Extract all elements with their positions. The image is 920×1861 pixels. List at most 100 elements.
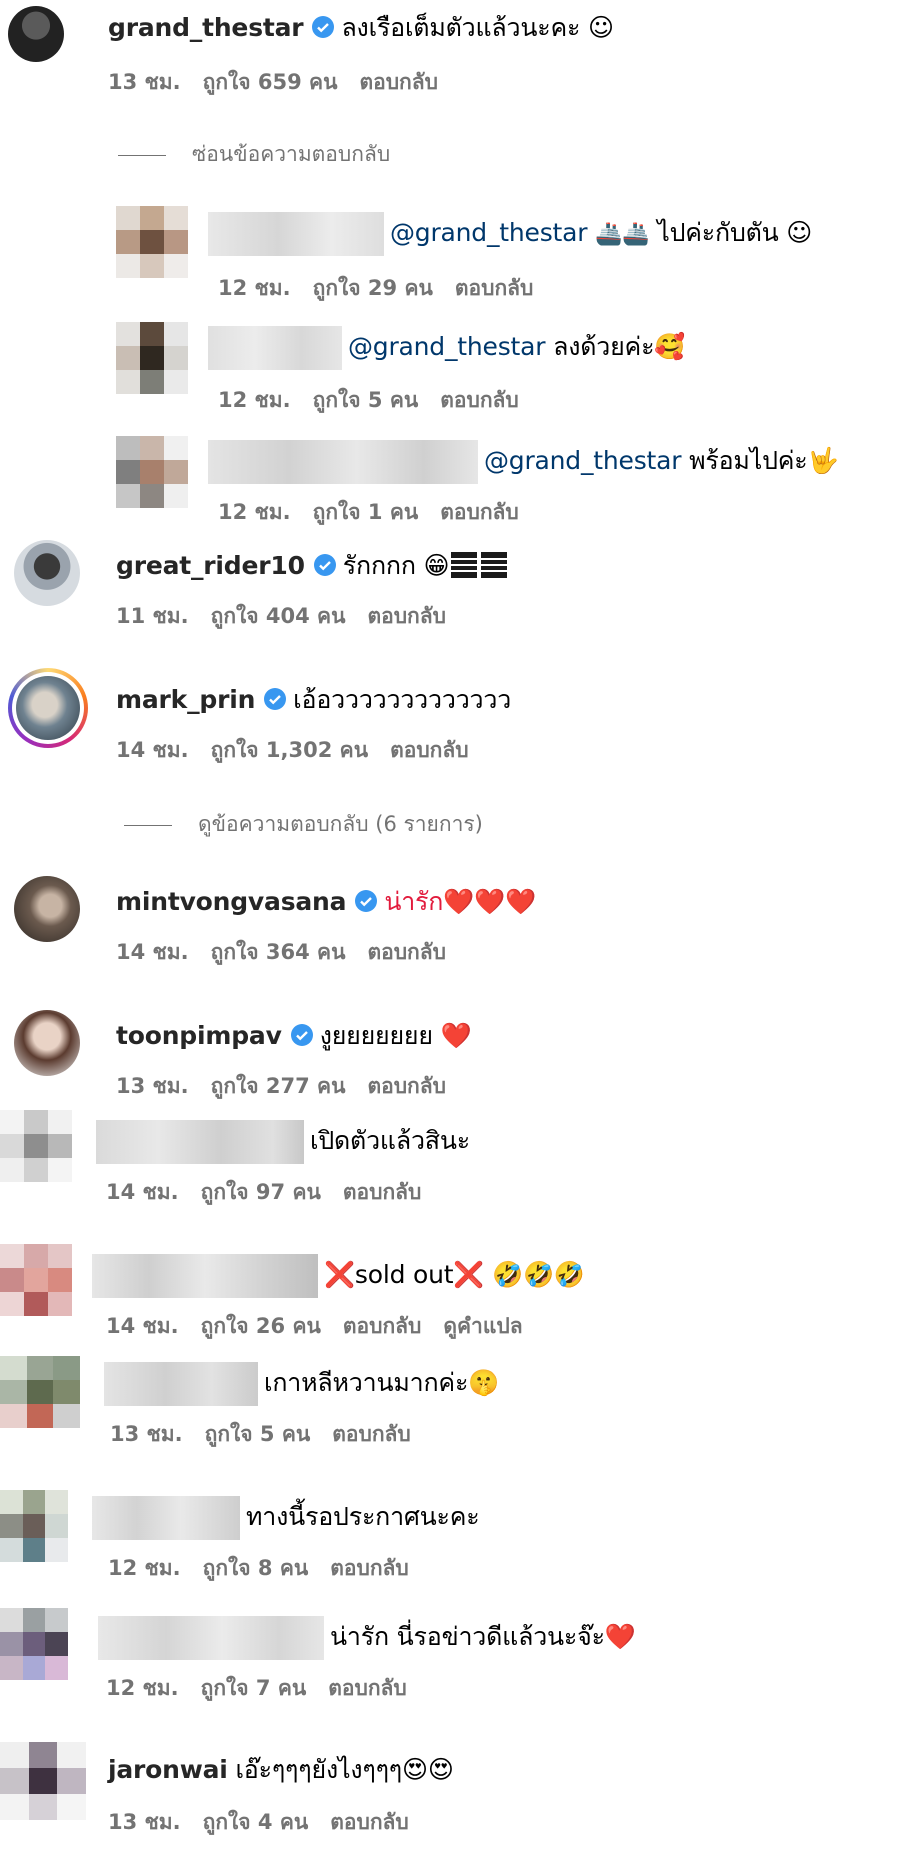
timestamp: 13 ชม.: [108, 70, 181, 94]
comment-text: ทางนี้รอประกาศนะคะ: [246, 1502, 480, 1531]
comment-line: ❌sold out❌ 🤣🤣🤣: [92, 1254, 585, 1298]
likes-count[interactable]: ถูกใจ 364 คน: [211, 940, 346, 964]
comment-line: grand_thestar ลงเรือเต็มตัวแล้วนะคะ ☺: [108, 8, 614, 48]
username-link[interactable]: mark_prin: [116, 685, 255, 714]
avatar-blurred[interactable]: [0, 1742, 86, 1820]
mention-link[interactable]: @grand_thestar: [348, 332, 546, 361]
reply-button[interactable]: ตอบกลับ: [367, 604, 446, 628]
ship-icon: 🚢🚢: [595, 222, 650, 247]
timestamp: 14 ชม.: [106, 1180, 179, 1204]
comment-meta: 11 ชม. ถูกใจ 404 คน ตอบกลับ: [116, 600, 468, 633]
avatar-blurred[interactable]: [116, 436, 188, 508]
verified-badge-icon: [355, 890, 378, 912]
mention-link[interactable]: @grand_thestar: [484, 446, 682, 475]
view-replies-toggle[interactable]: ดูข้อความตอบกลับ (6 รายการ): [124, 808, 483, 841]
reply-button[interactable]: ตอบกลับ: [390, 738, 469, 762]
comment-meta: 12 ชม. ถูกใจ 5 คน ตอบกลับ: [218, 384, 541, 417]
avatar-story-ring[interactable]: [8, 668, 88, 748]
likes-count[interactable]: ถูกใจ 26 คน: [201, 1314, 321, 1338]
username-link[interactable]: toonpimpav: [116, 1021, 282, 1050]
comment-meta: 14 ชม. ถูกใจ 364 คน ตอบกลับ: [116, 936, 468, 969]
comment-text: น่ารัก❤️❤️❤️: [384, 887, 537, 916]
avatar-blurred[interactable]: [0, 1110, 72, 1182]
comment-line: @grand_thestar ลงด้วยค่ะ🥰: [208, 326, 685, 370]
avatar-blurred[interactable]: [0, 1608, 68, 1680]
reply-button[interactable]: ตอบกลับ: [359, 70, 438, 94]
comment-text: ❌sold out❌ 🤣🤣🤣: [324, 1260, 585, 1289]
avatar[interactable]: [8, 6, 64, 62]
comment-line: @grand_thestar พร้อมไปค่ะ🤟: [208, 440, 839, 484]
reply-button[interactable]: ตอบกลับ: [367, 1074, 446, 1098]
username-link[interactable]: jaronwai: [108, 1755, 228, 1784]
reply-button[interactable]: ตอบกลับ: [367, 940, 446, 964]
reply-button[interactable]: ตอบกลับ: [343, 1314, 422, 1338]
mention-link[interactable]: @grand_thestar: [390, 218, 588, 247]
likes-count[interactable]: ถูกใจ 1 คน: [313, 500, 419, 524]
comment-meta: 14 ชม. ถูกใจ 26 คน ตอบกลับ ดูคำแปล: [106, 1310, 545, 1343]
reply-button[interactable]: ตอบกลับ: [343, 1180, 422, 1204]
username-blurred[interactable]: [104, 1362, 258, 1406]
likes-count[interactable]: ถูกใจ 7 คน: [201, 1676, 307, 1700]
reply-button[interactable]: ตอบกลับ: [332, 1422, 411, 1446]
timestamp: 12 ชม.: [106, 1676, 179, 1700]
avatar[interactable]: [14, 540, 80, 606]
avatar[interactable]: [14, 876, 80, 942]
comment-line: jaronwai เอ๊ะๆๆๆยังไงๆๆๆ😍😍: [108, 1750, 454, 1790]
likes-count[interactable]: ถูกใจ 29 คน: [313, 276, 433, 300]
comment-meta: 12 ชม. ถูกใจ 8 คน ตอบกลับ: [108, 1552, 431, 1585]
comment-line: ทางนี้รอประกาศนะคะ: [92, 1496, 480, 1540]
avatar-blurred[interactable]: [0, 1490, 68, 1562]
username-blurred[interactable]: [208, 440, 478, 484]
comment-meta: 13 ชม. ถูกใจ 5 คน ตอบกลับ: [110, 1418, 433, 1451]
comment-text: เอ๊ะๆๆๆยังไงๆๆๆ😍😍: [235, 1755, 454, 1784]
likes-count[interactable]: ถูกใจ 404 คน: [211, 604, 346, 628]
username-link[interactable]: great_rider10: [116, 551, 305, 580]
comment-meta: 14 ชม. ถูกใจ 1,302 คน ตอบกลับ: [116, 734, 491, 767]
comment-text: เปิดตัวแล้วสินะ: [310, 1126, 470, 1155]
username-blurred[interactable]: [98, 1616, 324, 1660]
comment-line: great_rider10 รักกกก 😁: [116, 546, 508, 586]
timestamp: 13 ชม.: [108, 1810, 181, 1834]
avatar-blurred[interactable]: [0, 1244, 72, 1316]
username-link[interactable]: mintvongvasana: [116, 887, 347, 916]
likes-count[interactable]: ถูกใจ 5 คน: [205, 1422, 311, 1446]
likes-count[interactable]: ถูกใจ 1,302 คน: [211, 738, 368, 762]
toggle-label[interactable]: ดูข้อความตอบกลับ (6 รายการ): [198, 812, 483, 836]
comment-text: งูยยยยยยย ❤️: [319, 1021, 472, 1050]
reply-button[interactable]: ตอบกลับ: [328, 1676, 407, 1700]
reply-button[interactable]: ตอบกลับ: [440, 388, 519, 412]
reply-button[interactable]: ตอบกลับ: [455, 276, 534, 300]
comment-text: น่ารัก นี่รอข่าวดีแล้วนะจ๊ะ❤️: [330, 1622, 636, 1651]
likes-count[interactable]: ถูกใจ 659 คน: [203, 70, 338, 94]
verified-badge-icon: [290, 1024, 313, 1046]
username-blurred[interactable]: [208, 212, 384, 256]
timestamp: 12 ชม.: [218, 276, 291, 300]
likes-count[interactable]: ถูกใจ 8 คน: [203, 1556, 309, 1580]
username-blurred[interactable]: [92, 1496, 240, 1540]
likes-count[interactable]: ถูกใจ 97 คน: [201, 1180, 321, 1204]
comment-text: พร้อมไปค่ะ🤟: [689, 446, 839, 475]
avatar-blurred[interactable]: [116, 206, 188, 278]
see-translation-button[interactable]: ดูคำแปล: [443, 1314, 522, 1338]
comment-line: เปิดตัวแล้วสินะ: [96, 1120, 470, 1164]
timestamp: 13 ชม.: [110, 1422, 183, 1446]
username-link[interactable]: grand_thestar: [108, 13, 304, 42]
comment-line: toonpimpav งูยยยยยยย ❤️: [116, 1016, 472, 1056]
flag-icon: [451, 552, 508, 578]
toggle-label[interactable]: ซ่อนข้อความตอบกลับ: [192, 142, 390, 166]
username-blurred[interactable]: [96, 1120, 304, 1164]
likes-count[interactable]: ถูกใจ 5 คน: [313, 388, 419, 412]
avatar-blurred[interactable]: [116, 322, 188, 394]
username-blurred[interactable]: [208, 326, 342, 370]
reply-button[interactable]: ตอบกลับ: [440, 500, 519, 524]
reply-button[interactable]: ตอบกลับ: [330, 1810, 409, 1834]
avatar[interactable]: [14, 1010, 80, 1076]
comment-meta: 13 ชม. ถูกใจ 277 คน ตอบกลับ: [116, 1070, 468, 1103]
reply-button[interactable]: ตอบกลับ: [330, 1556, 409, 1580]
likes-count[interactable]: ถูกใจ 4 คน: [203, 1810, 309, 1834]
likes-count[interactable]: ถูกใจ 277 คน: [211, 1074, 346, 1098]
timestamp: 11 ชม.: [116, 604, 189, 628]
hide-replies-toggle[interactable]: ซ่อนข้อความตอบกลับ: [118, 138, 390, 171]
username-blurred[interactable]: [92, 1254, 318, 1298]
avatar-blurred[interactable]: [0, 1356, 80, 1428]
